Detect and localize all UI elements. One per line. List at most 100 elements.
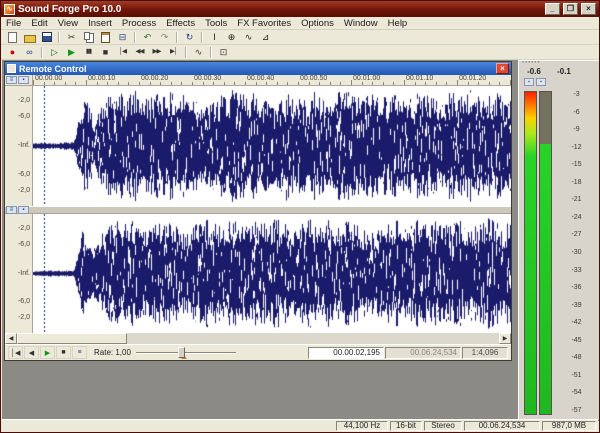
wf-stop-button[interactable]: ■	[56, 346, 71, 359]
ruler-tick	[489, 82, 490, 85]
channel1-options-button[interactable]: ▪	[18, 76, 29, 84]
menu-item-options[interactable]: Options	[296, 17, 339, 30]
ruler-tick	[415, 82, 416, 85]
cut-icon: ✂	[68, 32, 76, 42]
envelope-tool-button[interactable]: ⊿	[257, 30, 274, 44]
horizontal-scrollbar[interactable]: ◀ ▶	[5, 333, 511, 344]
menu-item-fx-favorites[interactable]: FX Favorites	[232, 17, 296, 30]
status-channels: Stereo	[424, 421, 462, 431]
rate-slider-handle[interactable]	[178, 347, 185, 358]
paste-button[interactable]	[97, 30, 114, 44]
meter-scale-label: -42	[556, 319, 597, 326]
wf-go-to-start-button[interactable]: │◀	[8, 346, 23, 359]
new-button[interactable]	[4, 30, 21, 44]
menu-item-process[interactable]: Process	[117, 17, 161, 30]
ruler-tick	[383, 82, 384, 85]
data-window-title-bar[interactable]: Remote Control ×	[5, 62, 511, 75]
meter-peak-left[interactable]: -0.6	[519, 67, 549, 78]
channel2-menu-button[interactable]: ≡	[6, 206, 17, 214]
scrub-button[interactable]: ∿	[190, 45, 207, 59]
menu-item-tools[interactable]: Tools	[200, 17, 232, 30]
meter-bar-left[interactable]	[524, 91, 537, 415]
meter-reset-button[interactable]: ▪	[536, 78, 546, 86]
rewind-button[interactable]: ◀◀	[131, 45, 148, 59]
meter-peak-right[interactable]: -0.1	[549, 67, 579, 78]
db-label: -2,0	[18, 225, 30, 232]
menu-item-edit[interactable]: Edit	[26, 17, 52, 30]
ruler-tick	[213, 82, 214, 85]
menu-item-help[interactable]: Help	[383, 17, 413, 30]
magnify-tool-button[interactable]: ⊕	[223, 30, 240, 44]
open-button[interactable]	[21, 30, 38, 44]
time-ruler[interactable]: 00.00.0000.00.1000.00.2000.00.3000.00.40…	[33, 75, 511, 86]
channel1-waveform[interactable]	[33, 86, 511, 206]
edit-tool-button[interactable]: I	[206, 30, 223, 44]
toolbar-separator	[176, 32, 178, 43]
minimize-button[interactable]: _	[545, 3, 560, 15]
data-window-close-button[interactable]: ×	[496, 63, 509, 74]
redo-icon: ↷	[161, 32, 169, 42]
close-button[interactable]: ×	[581, 3, 596, 15]
ruler-tick	[192, 82, 193, 85]
go-to-start-button[interactable]: │◀	[114, 45, 131, 59]
menu-item-view[interactable]: View	[53, 17, 83, 30]
ruler-tick	[372, 82, 373, 85]
remote-control-icon: ⊡	[220, 47, 228, 57]
meter-scale-label: -33	[556, 267, 597, 274]
meter-hold-button[interactable]: ▪	[524, 78, 534, 86]
pencil-tool-icon: ∿	[245, 32, 253, 42]
channel1-menu-button[interactable]: ≡	[6, 76, 17, 84]
wf-rewind-button[interactable]: ◀	[24, 346, 39, 359]
selection-length-box[interactable]: 00.06.24,534	[385, 347, 461, 359]
meter-right-unlit	[540, 92, 551, 144]
play-button[interactable]: ▶	[63, 45, 80, 59]
repeat-icon: ↻	[186, 32, 194, 42]
undo-button[interactable]: ↶	[139, 30, 156, 44]
play-all-button[interactable]: ▷	[46, 45, 63, 59]
cursor-position-box[interactable]: 00.00.02,195	[308, 347, 384, 359]
stop-button[interactable]: ■	[97, 45, 114, 59]
channel2-options-button[interactable]: ▪	[18, 206, 29, 214]
redo-button[interactable]: ↷	[156, 30, 173, 44]
scrollbar-thumb[interactable]	[17, 333, 127, 344]
ruler-tick	[436, 82, 437, 85]
scroll-left-button[interactable]: ◀	[5, 333, 17, 344]
channel2-level-ruler[interactable]: -2,0-6,0-Inf.-6,0-2,0	[5, 214, 33, 333]
menu-item-window[interactable]: Window	[339, 17, 383, 30]
ruler-tick	[256, 82, 257, 85]
rate-slider[interactable]	[136, 346, 236, 359]
menu-item-insert[interactable]: Insert	[83, 17, 117, 30]
cut-button[interactable]: ✂	[63, 30, 80, 44]
trim-button[interactable]: ⊟	[114, 30, 131, 44]
meter-scale-label: -54	[556, 389, 597, 396]
wf-playbar-menu-button[interactable]: ≡	[72, 346, 87, 359]
record-button[interactable]: ●	[4, 45, 21, 59]
scroll-right-button[interactable]: ▶	[499, 333, 511, 344]
go-to-end-button[interactable]: ▶│	[165, 45, 182, 59]
repeat-button[interactable]: ↻	[181, 30, 198, 44]
copy-button[interactable]	[80, 30, 97, 44]
edit-tool-icon: I	[213, 32, 216, 42]
record-icon: ●	[10, 47, 15, 57]
channel-divider[interactable]: ≡ ▪	[5, 206, 511, 214]
forward-button[interactable]: ▶▶	[148, 45, 165, 59]
scrollbar-track[interactable]	[127, 333, 499, 344]
remote-control-button[interactable]: ⊡	[215, 45, 232, 59]
zoom-ratio-box[interactable]: 1:4,096	[462, 347, 508, 359]
meter-bar-right[interactable]	[539, 91, 552, 415]
loop-playback-button[interactable]: ∞	[21, 45, 38, 59]
ruler-tick	[340, 82, 341, 85]
menu-item-file[interactable]: File	[1, 17, 26, 30]
pause-button[interactable]: ▮▮	[80, 45, 97, 59]
ruler-tick	[393, 82, 394, 85]
channel1-level-ruler[interactable]: -2,0-6,0-Inf.-6,0-2,0	[5, 86, 33, 206]
save-button[interactable]	[38, 30, 55, 44]
ruler-tick	[65, 82, 66, 85]
play-icon: ▶	[68, 47, 75, 57]
menu-item-effects[interactable]: Effects	[161, 17, 200, 30]
maximize-button[interactable]: ❐	[563, 3, 578, 15]
pencil-tool-button[interactable]: ∿	[240, 30, 257, 44]
channel2-waveform[interactable]	[33, 214, 511, 333]
ruler-tick	[266, 82, 267, 85]
wf-play-button[interactable]: ▶	[40, 346, 55, 359]
